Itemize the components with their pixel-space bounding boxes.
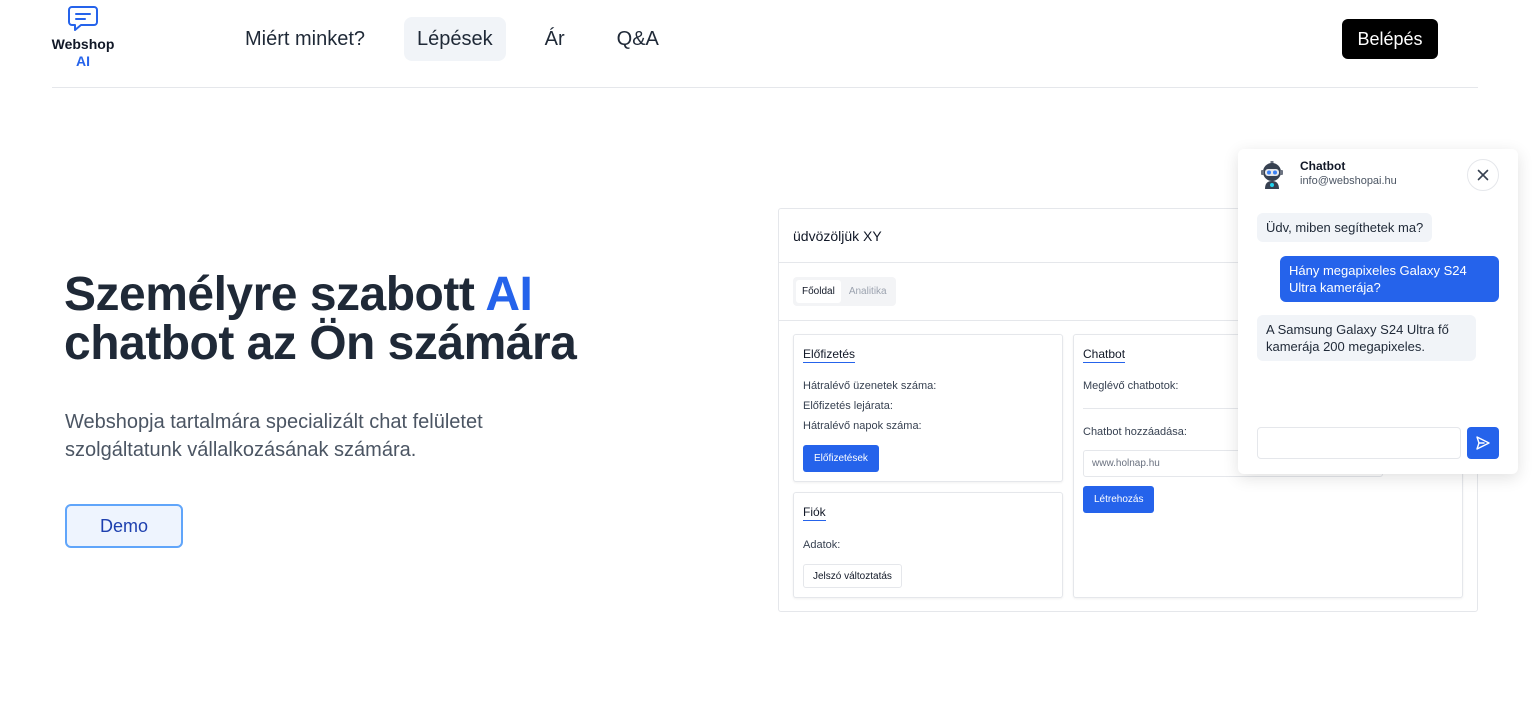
account-card: Fiók Adatok: Jelszó változtatás <box>793 492 1063 598</box>
chat-bot-email: info@webshopai.hu <box>1300 175 1397 187</box>
subscription-expiry-label: Előfizetés lejárata: <box>803 400 893 412</box>
send-button[interactable] <box>1467 427 1499 459</box>
main-nav: Miért minket? Lépések Ár Q&A <box>232 17 698 61</box>
hero-subtitle: Webshopja tartalmára specializált chat f… <box>65 411 483 461</box>
close-icon <box>1477 169 1489 181</box>
subscription-card: Előfizetés Hátralévő üzenetek száma: Elő… <box>793 334 1063 482</box>
tab-home[interactable]: Főoldal <box>796 280 841 303</box>
subscriptions-button[interactable]: Előfizetések <box>803 445 879 472</box>
chat-message-bot: A Samsung Galaxy S24 Ultra fő kamerája 2… <box>1257 315 1476 361</box>
chat-message-input[interactable] <box>1257 427 1461 459</box>
nav-item-price[interactable]: Ár <box>532 17 578 61</box>
nav-item-why-us[interactable]: Miért minket? <box>232 17 378 61</box>
login-button[interactable]: Belépés <box>1342 19 1438 59</box>
account-title: Fiók <box>803 505 826 521</box>
header-divider <box>52 87 1478 88</box>
tab-analytics[interactable]: Analitika <box>843 280 893 303</box>
hero-title-part2: chatbot az Ön számára <box>64 317 577 370</box>
close-chat-button[interactable] <box>1467 159 1499 191</box>
change-password-button[interactable]: Jelszó változtatás <box>803 564 902 588</box>
hero-title-part1: Személyre szabott <box>64 268 486 321</box>
chat-bot-name: Chatbot <box>1300 159 1346 173</box>
dashboard-tabs: Főoldal Analitika <box>793 277 896 306</box>
dashboard-greeting: üdvözöljük XY <box>793 228 882 244</box>
chatbot-title: Chatbot <box>1083 347 1126 363</box>
send-icon <box>1476 436 1490 450</box>
create-chatbot-button[interactable]: Létrehozás <box>1083 486 1155 513</box>
logo-text-accent: AI <box>76 53 90 69</box>
nav-item-qa[interactable]: Q&A <box>604 17 672 61</box>
landing-page: Webshop AI Miért minket? Lépések Ár Q&A … <box>0 0 1536 721</box>
robot-avatar-icon <box>1261 161 1283 189</box>
chat-widget: Chatbot info@webshopai.hu Üdv, miben seg… <box>1238 149 1518 474</box>
existing-chatbots-label: Meglévő chatbotok: <box>1083 380 1179 392</box>
demo-button[interactable]: Demo <box>65 504 183 548</box>
add-chatbot-label: Chatbot hozzáadása: <box>1083 426 1187 438</box>
remaining-messages-label: Hátralévő üzenetek száma: <box>803 380 937 392</box>
remaining-days-label: Hátralévő napok száma: <box>803 420 922 432</box>
nav-item-steps[interactable]: Lépések <box>404 17 506 61</box>
hero-title: Személyre szabott AI chatbot az Ön számár… <box>64 270 704 368</box>
logo[interactable]: Webshop AI <box>50 5 116 70</box>
chat-bubble-icon <box>68 6 98 31</box>
subscription-title: Előfizetés <box>803 347 856 363</box>
hero-title-accent: AI <box>485 268 533 321</box>
chat-message-user: Hány megapixeles Galaxy S24 Ultra kamerá… <box>1280 256 1499 302</box>
chat-message-bot: Üdv, miben segíthetek ma? <box>1257 213 1433 242</box>
logo-text: Webshop <box>51 36 115 52</box>
account-data-label: Adatok: <box>803 539 841 551</box>
